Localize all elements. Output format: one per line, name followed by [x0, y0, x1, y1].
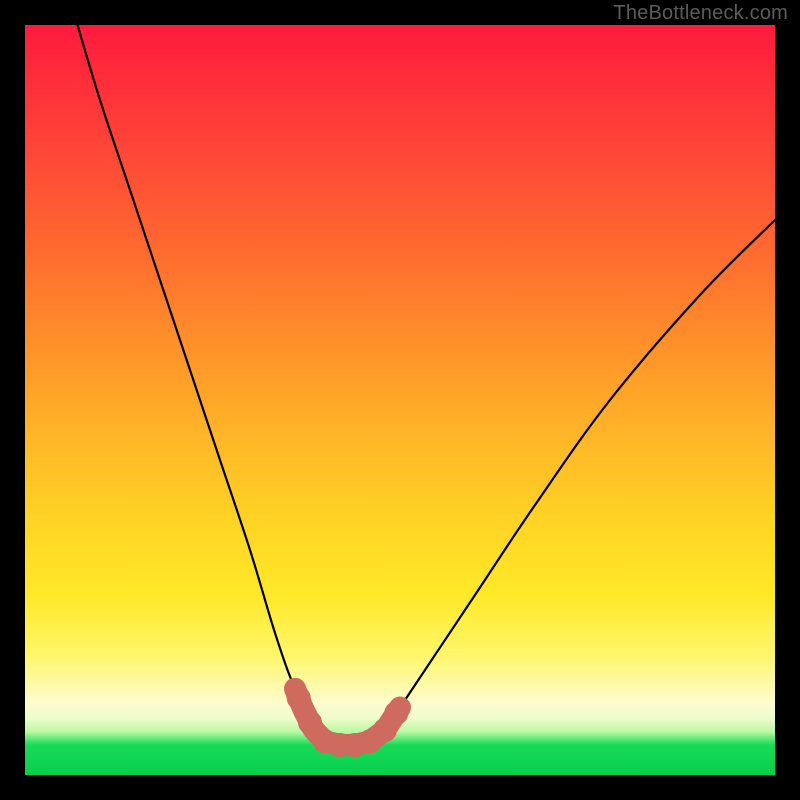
- plot-area: [25, 25, 775, 775]
- curve-highlight-dots: [287, 686, 409, 757]
- curve-line: [78, 25, 776, 746]
- bottleneck-curve: [25, 25, 775, 775]
- highlight-dot: [298, 711, 322, 735]
- highlight-dot: [287, 686, 311, 710]
- highlight-dot: [384, 701, 408, 725]
- chart-frame: TheBottleneck.com: [0, 0, 800, 800]
- watermark-text: TheBottleneck.com: [613, 2, 788, 25]
